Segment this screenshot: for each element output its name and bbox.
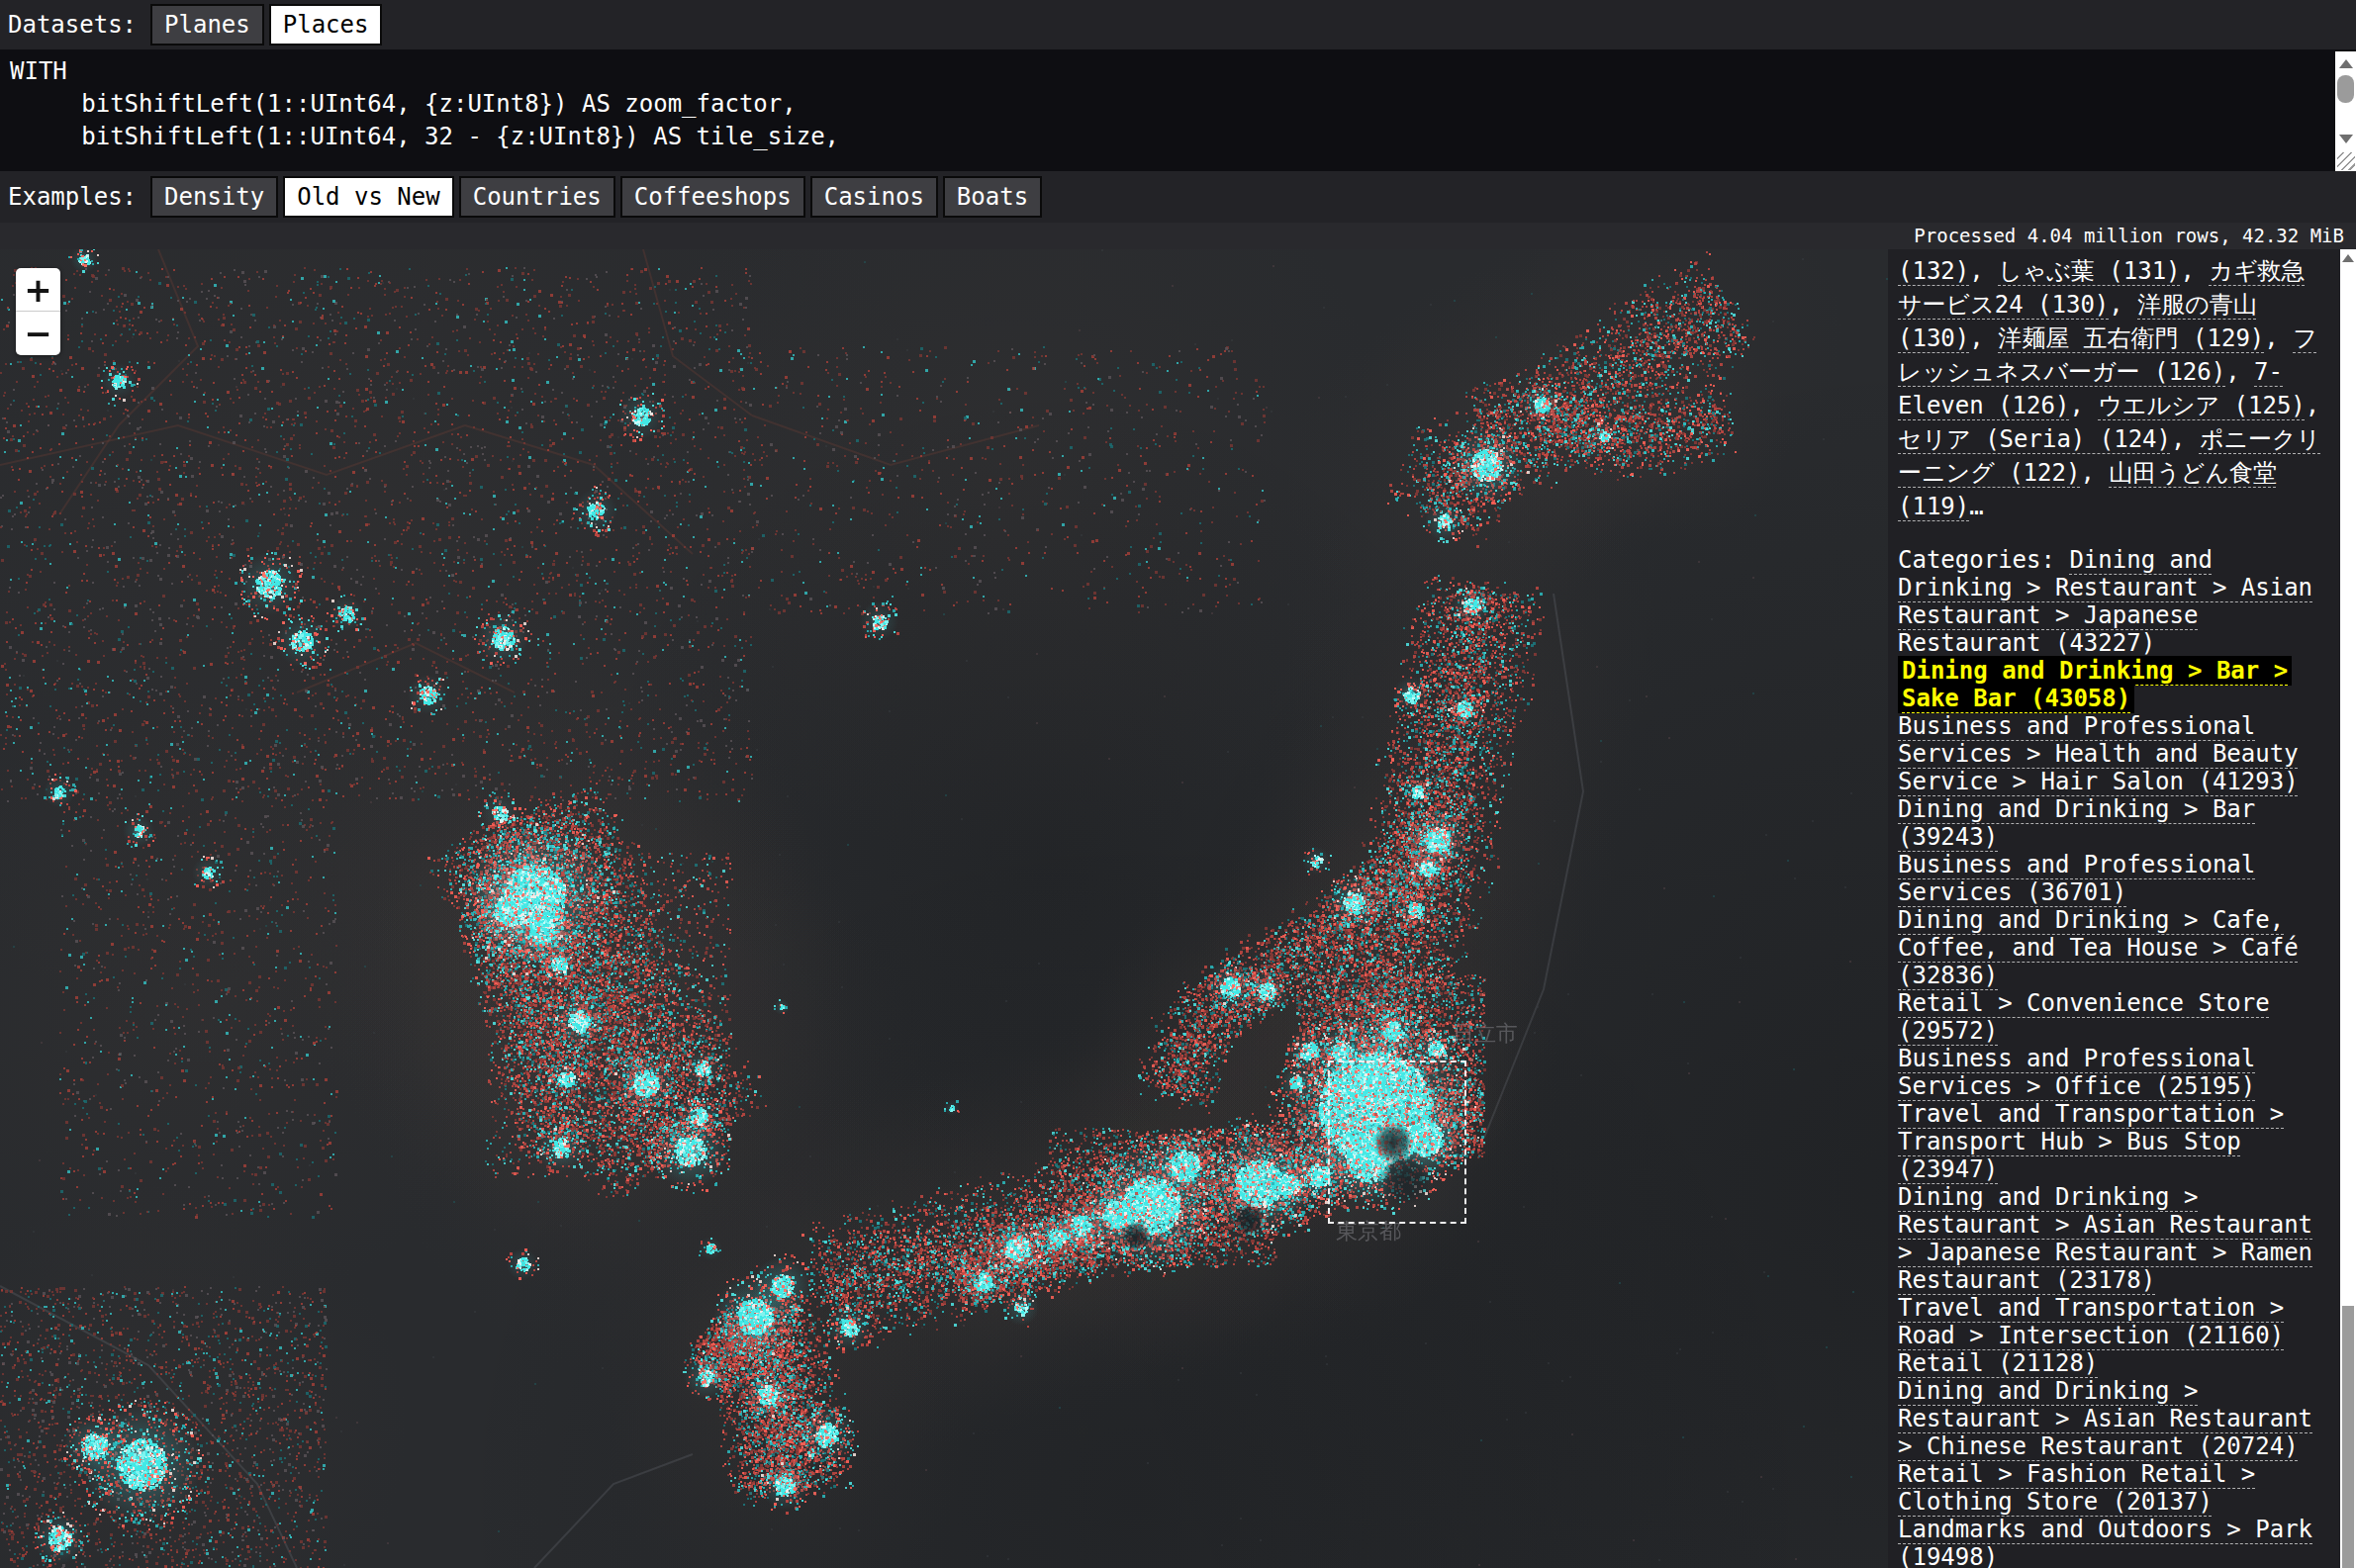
- example-button-boats[interactable]: Boats: [943, 176, 1042, 218]
- sidebar-scrollbar[interactable]: [2340, 249, 2356, 1568]
- sql-editor[interactable]: WITH bitShiftLeft(1::UInt64, {z:UInt8}) …: [0, 49, 2356, 171]
- scroll-down-icon[interactable]: [2339, 135, 2353, 143]
- sidebar-scrollbar-thumb[interactable]: [2342, 1306, 2354, 1568]
- category-link[interactable]: Dining and Drinking > Cafe, Coffee, and …: [1898, 906, 2299, 989]
- examples-bar: Examples: DensityOld vs NewCountriesCoff…: [0, 171, 2356, 223]
- zoom-out-button[interactable]: −: [16, 312, 60, 355]
- category-link[interactable]: Business and Professional Services (3670…: [1898, 851, 2255, 906]
- sql-scrollbar-thumb[interactable]: [2337, 75, 2354, 103]
- sql-code[interactable]: WITH bitShiftLeft(1::UInt64, {z:UInt8}) …: [0, 49, 2356, 159]
- category-link[interactable]: Travel and Transportation > Road > Inter…: [1898, 1294, 2284, 1349]
- name-link[interactable]: (132): [1898, 257, 1969, 285]
- status-bar: Processed 4.04 million rows, 42.32 MiB: [0, 223, 2356, 249]
- datasets-bar: Datasets: PlanesPlaces: [0, 0, 2356, 49]
- category-link[interactable]: Retail (21128): [1898, 1349, 2098, 1377]
- name-link[interactable]: 洋麺屋 五右衛門 (129): [1998, 324, 2264, 352]
- category-link[interactable]: Dining and Drinking > Bar (39243): [1898, 795, 2255, 851]
- dataset-button-places[interactable]: Places: [269, 4, 383, 46]
- examples-buttons: DensityOld vs NewCountriesCoffeeshopsCas…: [150, 176, 1047, 218]
- categories-list: Categories: Dining and Drinking > Restau…: [1898, 546, 2323, 1568]
- zoom-control: + −: [16, 268, 60, 355]
- example-button-coffeeshops[interactable]: Coffeeshops: [620, 176, 805, 218]
- sql-scrollbar[interactable]: [2335, 51, 2356, 171]
- scroll-up-icon[interactable]: [2339, 59, 2353, 68]
- category-link[interactable]: Business and Professional Services > Off…: [1898, 1045, 2255, 1100]
- category-link[interactable]: Travel and Transportation > Transport Hu…: [1898, 1100, 2284, 1183]
- examples-label: Examples:: [8, 183, 137, 211]
- example-button-casinos[interactable]: Casinos: [810, 176, 938, 218]
- category-link[interactable]: Dining and Drinking > Restaurant > Asian…: [1898, 1377, 2312, 1460]
- category-link[interactable]: Retail > Fashion Retail > Clothing Store…: [1898, 1460, 2255, 1516]
- dataset-button-planes[interactable]: Planes: [150, 4, 264, 46]
- category-link[interactable]: Dining and Drinking > Restaurant > Asian…: [1898, 1183, 2312, 1294]
- category-link-highlighted[interactable]: Dining and Drinking > Bar > Sake Bar (43…: [1898, 656, 2292, 713]
- name-link[interactable]: しゃぶ葉 (131): [1998, 257, 2180, 285]
- map-selection-rect: [1328, 1061, 1466, 1224]
- example-button-countries[interactable]: Countries: [459, 176, 615, 218]
- example-button-density[interactable]: Density: [150, 176, 278, 218]
- zoom-in-button[interactable]: +: [16, 268, 60, 312]
- category-link[interactable]: Retail > Convenience Store (29572): [1898, 989, 2270, 1045]
- resize-grip-icon[interactable]: [2337, 152, 2355, 170]
- categories-label: Categories:: [1898, 546, 2069, 574]
- map[interactable]: + − (132), しゃぶ葉 (131), カギ救急サービス24 (130),…: [0, 249, 2356, 1568]
- category-link[interactable]: Landmarks and Outdoors > Park (19498): [1898, 1516, 2312, 1568]
- example-button-old-vs-new[interactable]: Old vs New: [283, 176, 454, 218]
- datasets-label: Datasets:: [8, 11, 137, 39]
- category-link[interactable]: Business and Professional Services > Hea…: [1898, 712, 2299, 795]
- name-link[interactable]: ウエルシア (125): [2098, 392, 2306, 419]
- name-link[interactable]: セリア (Seria) (124): [1898, 425, 2171, 453]
- results-sidebar: (132), しゃぶ葉 (131), カギ救急サービス24 (130), 洋服の…: [1888, 249, 2340, 1568]
- top-names-list: (132), しゃぶ葉 (131), カギ救急サービス24 (130), 洋服の…: [1898, 254, 2323, 523]
- scroll-up-icon[interactable]: [2342, 254, 2354, 262]
- datasets-buttons: PlanesPlaces: [150, 4, 387, 46]
